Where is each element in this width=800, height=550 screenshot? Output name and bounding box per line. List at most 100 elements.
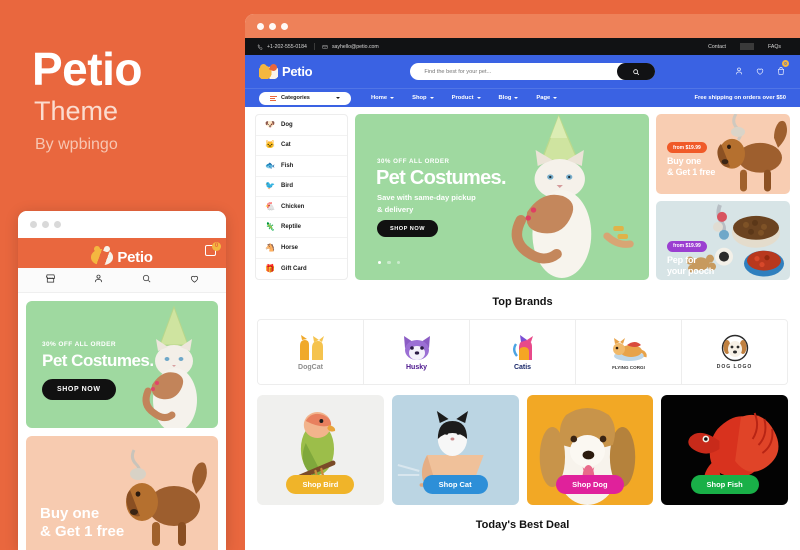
contact-link[interactable]: Contact — [701, 44, 733, 50]
shop-card-fish[interactable]: Shop Fish — [661, 395, 788, 505]
promo-line2: & Get 1 free — [667, 167, 716, 177]
shop-bird-button[interactable]: Shop Bird — [286, 475, 355, 494]
faqs-link[interactable]: FAQs — [761, 44, 788, 50]
search-input[interactable] — [424, 68, 605, 75]
hero-shop-now-button[interactable]: SHOP NOW — [377, 220, 438, 237]
brand-name: Husky — [405, 363, 427, 371]
promo-badge: from $19.99 — [667, 142, 707, 153]
carousel-dot-2[interactable] — [387, 260, 391, 264]
cart-button[interactable]: 0 — [776, 59, 789, 81]
chicken-icon: 🐔 — [265, 201, 275, 211]
promo-dog-image — [717, 114, 787, 192]
promo-card-pep-pooch[interactable]: from $19.99 Pep for your pooch — [656, 200, 790, 280]
hero-banner[interactable]: 30% OFF ALL ORDER Pet Costumes. Save wit… — [355, 114, 649, 280]
page-content: 🐶 Dog 🐱 Cat 🐟 Fish 🐦 Bird 🐔 Chicken 🦎 Re… — [245, 107, 800, 531]
category-item-reptile[interactable]: 🦎 Reptile — [256, 218, 347, 238]
reptile-icon: 🦎 — [265, 222, 275, 232]
categories-dropdown[interactable]: Categories — [259, 91, 351, 105]
petio-logo-icon — [258, 62, 279, 79]
categories-label: Categories — [281, 95, 310, 101]
promo-column: from $19.99 Buy one & Get 1 free from $1… — [656, 114, 790, 280]
heart-icon[interactable] — [189, 271, 200, 289]
category-item-chicken[interactable]: 🐔 Chicken — [256, 197, 347, 218]
window-dot-minimize[interactable] — [42, 221, 49, 228]
category-label: Bird — [281, 183, 293, 190]
category-item-gift-card[interactable]: 🎁 Gift Card — [256, 259, 347, 280]
brand-dog-logo[interactable]: DOG LOGO — [682, 320, 787, 384]
shipping-note: Free shipping on orders over $50 — [694, 95, 787, 101]
utility-topbar: +1-202-555-0184 sayhello@petio.com Conta… — [245, 38, 800, 55]
chevron-down-icon — [336, 97, 340, 99]
category-label: Chicken — [281, 203, 305, 210]
mobile-titlebar — [18, 211, 226, 238]
brand-name: DOG LOGO — [716, 364, 753, 370]
husky-logo-icon — [402, 334, 432, 362]
mobile-icon-bar — [18, 268, 226, 293]
mobile-promo-card[interactable]: Buy one & Get 1 free — [26, 436, 218, 550]
category-item-horse[interactable]: 🐴 Horse — [256, 238, 347, 259]
nav-item-page[interactable]: Page — [536, 95, 558, 101]
nav-item-blog[interactable]: Blog — [499, 95, 519, 101]
mobile-logo[interactable]: Petio — [91, 248, 153, 266]
nav-item-shop[interactable]: Shop — [412, 95, 434, 101]
promo-panel: Petio Theme By wpbingo Petio 0 30% OFF A… — [0, 0, 245, 550]
cart-icon — [778, 66, 784, 75]
site-header: Petio 0 — [245, 55, 800, 88]
nav-item-product[interactable]: Product — [452, 95, 481, 101]
window-dot-minimize[interactable] — [269, 22, 276, 30]
mobile-cart-icon[interactable]: 0 — [205, 242, 221, 258]
brand-husky[interactable]: Husky — [364, 320, 470, 384]
category-item-bird[interactable]: 🐦 Bird — [256, 177, 347, 197]
mobile-mockup: Petio 0 30% OFF ALL ORDER Pet Costumes. … — [18, 211, 226, 550]
shop-fish-button[interactable]: Shop Fish — [690, 475, 759, 494]
email-item[interactable]: sayhello@petio.com — [322, 44, 379, 50]
main-nav: Categories Home Shop Product Blog Page F… — [245, 88, 800, 107]
search-bar[interactable] — [410, 63, 656, 80]
window-dot-maximize[interactable] — [281, 22, 288, 30]
mobile-cart-count: 0 — [212, 242, 221, 251]
carousel-dot-3[interactable] — [396, 260, 401, 264]
window-dot-close[interactable] — [257, 22, 264, 30]
shop-cat-button[interactable]: Shop Cat — [422, 475, 488, 494]
shop-card-dog[interactable]: Shop Dog — [526, 395, 654, 505]
category-item-dog[interactable]: 🐶 Dog — [256, 115, 347, 136]
shop-card-bird[interactable]: Shop Bird — [257, 395, 384, 505]
mobile-content: 30% OFF ALL ORDER Pet Costumes. SHOP NOW — [18, 293, 226, 550]
header-icons: 0 — [734, 59, 789, 81]
brands-section-title: Top Brands — [492, 296, 553, 308]
heart-icon[interactable] — [755, 63, 765, 81]
promo-line1: Pep for — [667, 254, 697, 265]
mobile-hero-banner[interactable]: 30% OFF ALL ORDER Pet Costumes. SHOP NOW — [26, 301, 218, 428]
window-dot-maximize[interactable] — [54, 221, 61, 228]
window-dot-close[interactable] — [30, 221, 37, 228]
page-subtitle: Theme — [34, 96, 119, 126]
carousel-dot-1[interactable] — [378, 260, 382, 264]
brand-catis[interactable]: Catis — [470, 320, 576, 384]
flying-corgi-logo-icon — [611, 335, 647, 363]
nav-item-home[interactable]: Home — [371, 95, 395, 101]
mobile-logo-text: Petio — [117, 248, 153, 266]
search-icon[interactable] — [141, 271, 152, 289]
site-logo-text: Petio — [282, 64, 313, 79]
hero-subtitle-line2: & delivery — [377, 205, 414, 214]
promo-card-buy-one[interactable]: from $19.99 Buy one & Get 1 free — [656, 114, 790, 194]
phone-item[interactable]: +1-202-555-0184 — [257, 44, 307, 50]
store-icon[interactable] — [45, 271, 56, 289]
shop-card-cat[interactable]: Shop Cat — [391, 395, 519, 505]
brand-flying-corgi[interactable]: FLYING CORGI — [576, 320, 682, 384]
petio-logo-icon — [91, 249, 114, 265]
mobile-shop-now-button[interactable]: SHOP NOW — [42, 379, 116, 400]
brand-dogcat[interactable]: DogCat — [258, 320, 364, 384]
user-icon[interactable] — [734, 63, 744, 81]
category-item-fish[interactable]: 🐟 Fish — [256, 156, 347, 177]
search-button[interactable] — [617, 63, 656, 80]
category-sidebar: 🐶 Dog 🐱 Cat 🐟 Fish 🐦 Bird 🐔 Chicken 🦎 Re… — [255, 114, 348, 280]
category-item-cat[interactable]: 🐱 Cat — [256, 136, 347, 156]
site-logo[interactable]: Petio — [258, 62, 371, 79]
user-icon[interactable] — [93, 271, 104, 289]
mobile-hero-eyebrow: 30% OFF ALL ORDER — [42, 341, 116, 348]
shop-dog-button[interactable]: Shop Dog — [556, 475, 624, 494]
phone-text: +1-202-555-0184 — [267, 43, 307, 50]
hero-eyebrow: 30% OFF ALL ORDER — [377, 158, 450, 165]
hero-section: 🐶 Dog 🐱 Cat 🐟 Fish 🐦 Bird 🐔 Chicken 🦎 Re… — [255, 114, 790, 280]
